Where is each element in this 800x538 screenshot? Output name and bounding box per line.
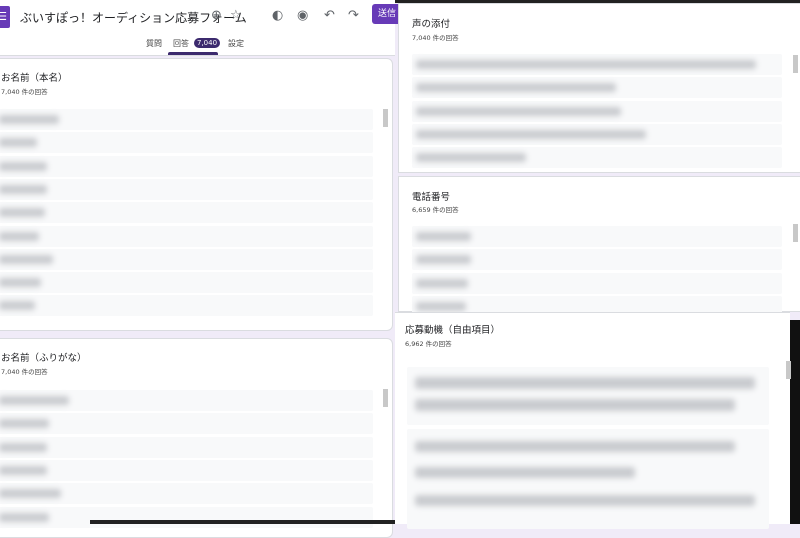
- redacted-text: [0, 208, 45, 218]
- response-item[interactable]: [412, 123, 782, 145]
- response-item[interactable]: [0, 483, 373, 505]
- redacted-text: [0, 231, 39, 241]
- star-icon[interactable]: ☆: [230, 8, 242, 23]
- response-item[interactable]: [0, 225, 373, 247]
- redacted-text: [0, 254, 53, 264]
- scrollbar[interactable]: [383, 109, 388, 127]
- response-count: 6,659 件の回答: [412, 206, 459, 214]
- redacted-text: [0, 512, 49, 522]
- response-count: 7,040 件の回答: [412, 34, 459, 42]
- scrollbar[interactable]: [793, 224, 798, 242]
- redacted-text: [0, 184, 47, 194]
- response-count: 7,040 件の回答: [1, 368, 48, 376]
- redacted-text: [0, 115, 59, 124]
- tab-responses[interactable]: 回答: [173, 38, 189, 49]
- response-item[interactable]: [407, 429, 769, 529]
- response-item[interactable]: [412, 100, 782, 122]
- redacted-text: [416, 129, 646, 139]
- redacted-text: [416, 232, 471, 241]
- scrollbar[interactable]: [383, 389, 388, 407]
- redacted-text: [416, 83, 616, 93]
- redacted-text: [0, 465, 47, 475]
- redacted-text: [0, 442, 47, 452]
- question-card-furigana: お名前（ふりがな） 7,040 件の回答: [0, 338, 393, 538]
- redacted-text: [416, 301, 466, 311]
- redacted-text: [0, 396, 69, 405]
- redacted-text: [0, 278, 41, 288]
- question-card-real-name: お名前（本名） 7,040 件の回答: [0, 58, 393, 331]
- palette-icon[interactable]: ◐: [272, 8, 283, 23]
- redacted-text: [416, 255, 471, 265]
- active-tab-indicator: [168, 52, 218, 55]
- question-title: 声の添付: [412, 19, 451, 30]
- response-item[interactable]: [0, 178, 373, 200]
- redacted-text: [0, 301, 35, 311]
- undo-icon[interactable]: ↶: [324, 8, 335, 23]
- redacted-text: [416, 106, 621, 116]
- response-item[interactable]: [0, 295, 373, 317]
- tab-questions[interactable]: 質問: [146, 38, 162, 49]
- background-strip: [789, 320, 800, 524]
- redacted-text: [416, 278, 468, 288]
- response-item[interactable]: [0, 272, 373, 294]
- response-count: 7,040 件の回答: [1, 88, 48, 96]
- redacted-text: [0, 489, 61, 499]
- response-item[interactable]: [0, 155, 373, 177]
- response-item[interactable]: [0, 202, 373, 224]
- divider: [90, 520, 395, 524]
- response-item[interactable]: [0, 390, 373, 411]
- question-card-phone: 電話番号 6,659 件の回答: [398, 176, 800, 317]
- redacted-text: [0, 161, 47, 171]
- response-item[interactable]: [0, 459, 373, 481]
- response-item[interactable]: [0, 413, 373, 435]
- response-item[interactable]: [412, 249, 782, 271]
- response-count: 6,962 件の回答: [405, 340, 452, 348]
- forms-menu-icon[interactable]: ☰: [0, 6, 10, 28]
- scrollbar[interactable]: [793, 55, 798, 73]
- question-title: 電話番号: [412, 192, 451, 203]
- question-title: 応募動機（自由項目）: [405, 325, 501, 336]
- response-item[interactable]: [0, 248, 373, 270]
- preview-eye-icon[interactable]: ◉: [297, 8, 308, 23]
- form-header: ☰ ぶいすぽっ！オーディション応募フォーム ⊕ ☆ ◐ ◉ ↶ ↷ 送信 質問 …: [0, 0, 402, 56]
- question-card-voice: 声の添付 7,040 件の回答: [398, 3, 800, 173]
- redacted-text: [416, 153, 526, 163]
- response-item[interactable]: [0, 506, 373, 528]
- response-item[interactable]: [0, 436, 373, 458]
- response-item[interactable]: [412, 226, 782, 247]
- scrollbar[interactable]: [786, 361, 791, 379]
- drive-add-icon[interactable]: ⊕: [211, 8, 222, 23]
- response-item[interactable]: [0, 109, 373, 130]
- response-item[interactable]: [412, 147, 782, 169]
- question-title: お名前（本名）: [1, 73, 68, 84]
- response-item[interactable]: [412, 272, 782, 294]
- question-card-motivation: 応募動機（自由項目） 6,962 件の回答: [395, 312, 791, 529]
- response-count-badge: 7,040: [194, 38, 221, 48]
- redacted-text: [0, 419, 49, 429]
- response-item[interactable]: [412, 77, 782, 99]
- response-item[interactable]: [0, 132, 373, 154]
- redacted-text: [0, 138, 37, 148]
- redacted-text: [416, 60, 756, 69]
- response-item[interactable]: [407, 367, 769, 425]
- tab-settings[interactable]: 設定: [228, 38, 244, 49]
- response-item[interactable]: [412, 54, 782, 75]
- question-title: お名前（ふりがな）: [1, 353, 87, 364]
- redo-icon[interactable]: ↷: [348, 8, 359, 23]
